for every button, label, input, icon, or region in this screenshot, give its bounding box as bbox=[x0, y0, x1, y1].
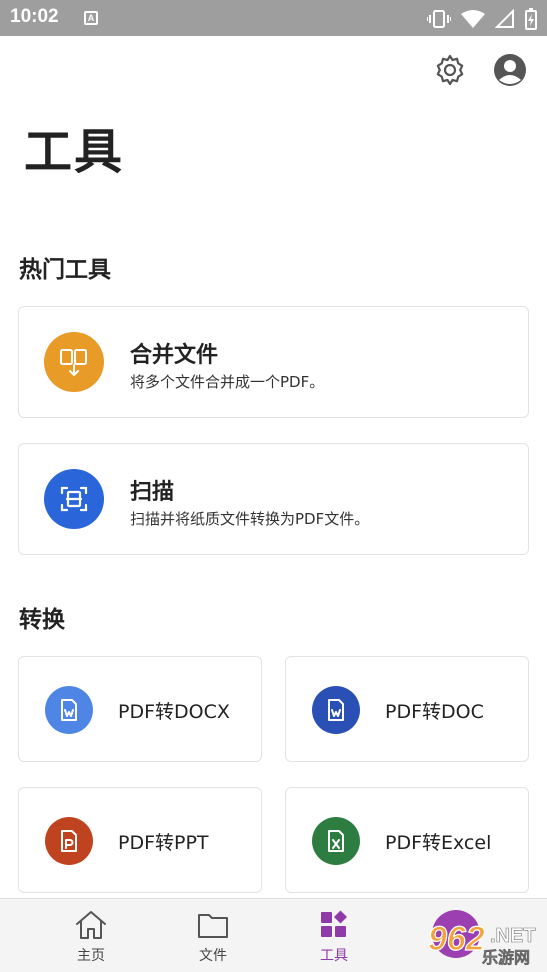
section-title-convert: 转换 bbox=[19, 607, 65, 633]
site-watermark-logo: 962 .NET 乐游网 bbox=[427, 910, 536, 967]
merge-files-icon bbox=[44, 332, 104, 392]
battery-icon bbox=[525, 8, 537, 30]
merge-files-subtitle: 将多个文件合并成一个PDF。 bbox=[130, 373, 325, 391]
pdf-to-docx-label: PDF转DOCX bbox=[118, 701, 230, 723]
signal-icon bbox=[495, 9, 514, 28]
home-icon bbox=[76, 911, 106, 939]
settings-gear-icon[interactable] bbox=[432, 52, 468, 88]
nav-files[interactable]: 文件 bbox=[173, 909, 253, 969]
word-document-icon bbox=[45, 686, 93, 734]
account-avatar-icon[interactable] bbox=[492, 52, 528, 88]
wifi-icon bbox=[461, 10, 485, 28]
page-title: 工具 bbox=[24, 124, 125, 180]
word-document-icon bbox=[312, 686, 360, 734]
tools-grid-icon bbox=[321, 910, 347, 937]
watermark-suffix: .NET bbox=[490, 925, 536, 947]
status-time: 10:02 bbox=[10, 6, 59, 27]
status-bar: 10:02 A bbox=[0, 0, 547, 36]
excel-document-icon bbox=[312, 817, 360, 865]
powerpoint-document-icon bbox=[45, 817, 93, 865]
watermark-number: 962 bbox=[428, 920, 485, 958]
accessibility-notification-icon: A bbox=[84, 11, 98, 25]
merge-files-title: 合并文件 bbox=[130, 343, 219, 368]
vibrate-icon bbox=[427, 10, 451, 28]
section-title-hot-tools: 热门工具 bbox=[19, 257, 111, 283]
nav-home[interactable]: 主页 bbox=[51, 909, 131, 969]
merge-files-card[interactable]: 合并文件 将多个文件合并成一个PDF。 bbox=[18, 306, 529, 418]
pdf-to-docx-card[interactable]: PDF转DOCX bbox=[18, 656, 262, 762]
pdf-to-ppt-card[interactable]: PDF转PPT bbox=[18, 787, 262, 893]
scan-card[interactable]: 扫描 扫描并将纸质文件转换为PDF文件。 bbox=[18, 443, 529, 555]
status-icons bbox=[427, 8, 537, 30]
pdf-to-excel-card[interactable]: PDF转Excel bbox=[285, 787, 529, 893]
pdf-to-doc-card[interactable]: PDF转DOC bbox=[285, 656, 529, 762]
nav-tools-label: 工具 bbox=[320, 948, 348, 964]
nav-home-label: 主页 bbox=[77, 948, 105, 964]
pdf-to-excel-label: PDF转Excel bbox=[385, 832, 492, 854]
scan-subtitle: 扫描并将纸质文件转换为PDF文件。 bbox=[130, 510, 370, 528]
watermark-text: 乐游网 bbox=[482, 948, 530, 967]
scan-icon bbox=[44, 469, 104, 529]
nav-files-label: 文件 bbox=[199, 948, 227, 964]
folder-icon bbox=[198, 914, 228, 938]
pdf-to-ppt-label: PDF转PPT bbox=[118, 832, 209, 854]
nav-tools[interactable]: 工具 bbox=[294, 909, 374, 969]
pdf-to-doc-label: PDF转DOC bbox=[385, 701, 484, 723]
scan-title: 扫描 bbox=[130, 480, 175, 505]
